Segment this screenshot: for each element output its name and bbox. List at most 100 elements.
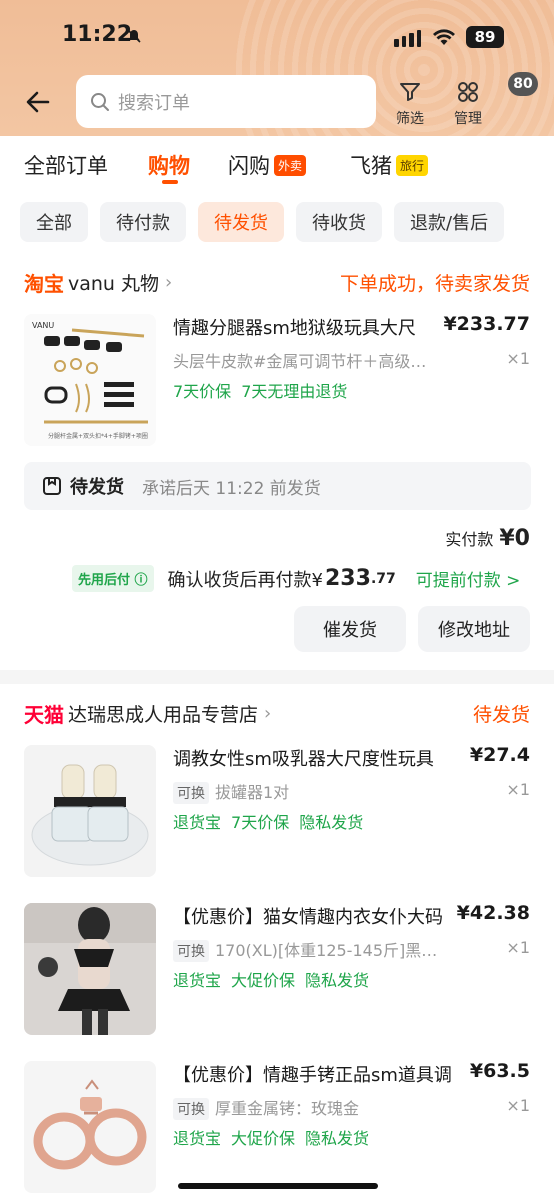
product-title[interactable]: 【优惠价】情趣手铐正品sm道具调: [173, 1061, 463, 1087]
tab-shopping[interactable]: 购物: [148, 150, 190, 180]
pay-later-amount: 233: [325, 566, 371, 591]
service-tag: 隐私发货: [299, 813, 364, 832]
exchangeable-tag: 可换: [173, 940, 209, 962]
manage-button[interactable]: 管理: [444, 80, 492, 128]
package-icon: [43, 477, 61, 495]
product-quantity: ×1: [506, 1096, 530, 1115]
product-price: ¥42.38: [456, 902, 530, 924]
product-title[interactable]: 【优惠价】猫女情趣内衣女仆大码: [173, 903, 453, 929]
pay-later-badge: 先用后付 ⓘ: [72, 565, 154, 592]
chevron-right-icon: ›: [264, 703, 272, 724]
funnel-icon: [400, 83, 420, 101]
suction-cups-product-image: [24, 745, 156, 877]
order-category-tabs: 全部订单 购物 闪购 外卖 飞猪 旅行: [0, 136, 554, 194]
paid-label: 实付款: [445, 530, 494, 549]
urge-shipment-button[interactable]: 催发货: [294, 606, 406, 652]
leg-spreader-product-image: VANU 分腿杆金属+双头扣*4+手脚铐+项圈: [24, 314, 156, 446]
travel-badge: 旅行: [396, 154, 429, 176]
product-sku: 可换 拔罐器1对: [173, 779, 435, 804]
shop-name: vanu 丸物: [68, 273, 160, 295]
tab-flash-buy[interactable]: 闪购 外卖: [228, 150, 307, 180]
shop-header[interactable]: 天猫 达瑞思成人用品专营店 ›: [24, 699, 271, 728]
filter-chip-to-receive[interactable]: 待收货: [296, 202, 382, 242]
service-tags: 退货宝 大促价保 隐私发货: [173, 967, 379, 991]
shop-name: 达瑞思成人用品专营店: [68, 704, 259, 726]
search-icon: [91, 92, 109, 111]
modify-address-button[interactable]: 修改地址: [418, 606, 530, 652]
shipping-status-box[interactable]: 待发货 承诺后天 11:22 前发货: [24, 462, 531, 510]
takeout-badge: 外卖: [274, 154, 307, 176]
product-quantity: ×1: [506, 349, 530, 368]
product-quantity: ×1: [506, 780, 530, 799]
product-price: ¥27.4: [469, 744, 530, 766]
product-image[interactable]: [24, 745, 156, 877]
service-tags: 退货宝 7天价保 隐私发货: [173, 809, 373, 833]
product-sku: 可换 170(XL)[体重125-145斤]黑…: [173, 937, 445, 962]
pay-later-text: 确认收货后再付款¥: [167, 569, 323, 591]
product-price: ¥233.77: [443, 313, 530, 335]
product-brand: VANU: [32, 321, 54, 330]
service-tag: 7天无理由退货: [241, 382, 348, 401]
filter-label: 筛选: [396, 111, 424, 127]
chevron-right-icon: ›: [165, 272, 173, 293]
service-tag: 7天价保: [231, 813, 290, 832]
header: 11:22 89 搜索订单 筛选 管理 80: [0, 0, 554, 136]
pay-later-row: 先用后付 ⓘ 确认收货后再付款¥ 233 .77 可提前付款 >: [72, 565, 520, 592]
service-tag: 大促价保: [231, 971, 296, 990]
handcuffs-product-image: [24, 1061, 156, 1193]
product-price: ¥63.5: [469, 1060, 530, 1082]
bell-muted-icon: [127, 29, 141, 43]
filter-chip-all[interactable]: 全部: [20, 202, 88, 242]
search-placeholder: 搜索订单: [118, 92, 190, 114]
product-sku: 头层牛皮款#金属可调节杆＋高级…: [173, 352, 427, 371]
wifi-icon: [433, 29, 455, 45]
service-tags: 退货宝 大促价保 隐私发货: [173, 1125, 379, 1149]
cellular-signal-icon: [394, 30, 421, 47]
home-indicator[interactable]: [178, 1183, 378, 1189]
exchangeable-tag: 可换: [173, 1098, 209, 1120]
paid-amount: ¥0: [499, 526, 530, 551]
filter-chip-unpaid[interactable]: 待付款: [100, 202, 186, 242]
service-tag: 隐私发货: [305, 971, 370, 990]
message-count-badge[interactable]: 80: [508, 72, 538, 96]
product-title[interactable]: 情趣分腿器sm地狱级玩具大尺: [173, 314, 443, 340]
service-tag: 大促价保: [231, 1129, 296, 1148]
manage-label: 管理: [454, 111, 482, 127]
service-tags: 7天价保 7天无理由退货: [173, 378, 357, 402]
product-image[interactable]: VANU 分腿杆金属+双头扣*4+手脚铐+项圈: [24, 314, 156, 446]
service-tag: 退货宝: [173, 813, 222, 832]
pay-early-link[interactable]: 可提前付款 >: [416, 566, 521, 591]
tab-fliggy[interactable]: 飞猪 旅行: [350, 150, 429, 180]
product-image-caption: 分腿杆金属+双头扣*4+手脚铐+项圈: [48, 432, 148, 440]
order-status: 待发货: [472, 704, 530, 726]
product-image[interactable]: [24, 1061, 156, 1193]
shipping-status-label: 待发货: [70, 477, 124, 498]
active-tab-indicator: [162, 180, 178, 184]
shop-header[interactable]: 淘宝 vanu 丸物 ›: [24, 268, 172, 297]
status-time: 11:22: [62, 22, 133, 47]
status-filter-bar: 全部 待付款 待发货 待收货 退款/售后: [20, 202, 505, 244]
card-separator: [0, 670, 554, 684]
filter-chip-refund[interactable]: 退款/售后: [394, 202, 505, 242]
order-status: 下单成功，待卖家发货: [339, 273, 530, 295]
pay-later-amount-decimal: .77: [370, 570, 396, 587]
product-title[interactable]: 调教女性sm吸乳器大尺度性玩具: [173, 745, 463, 771]
service-tag: 隐私发货: [305, 1129, 370, 1148]
product-quantity: ×1: [506, 938, 530, 957]
back-arrow-icon[interactable]: [24, 88, 52, 116]
service-tag: 7天价保: [173, 382, 232, 401]
lingerie-product-image: [24, 903, 156, 1035]
tab-all-orders[interactable]: 全部订单: [24, 150, 108, 180]
filter-button[interactable]: 筛选: [386, 80, 434, 128]
taobao-logo: 淘宝: [24, 272, 64, 296]
product-image[interactable]: [24, 903, 156, 1035]
filter-chip-to-ship[interactable]: 待发货: [198, 202, 284, 242]
shipping-promise-note: 承诺后天 11:22 前发货: [142, 478, 321, 499]
tmall-logo: 天猫: [24, 703, 64, 727]
grid-icon: [458, 82, 478, 102]
search-input[interactable]: 搜索订单: [76, 75, 376, 128]
service-tag: 退货宝: [173, 971, 222, 990]
paid-amount-row: 实付款 ¥0: [445, 526, 530, 551]
battery-indicator: 89: [466, 26, 504, 48]
product-sku: 可换 厚重金属铐：玫瑰金: [173, 1095, 435, 1120]
